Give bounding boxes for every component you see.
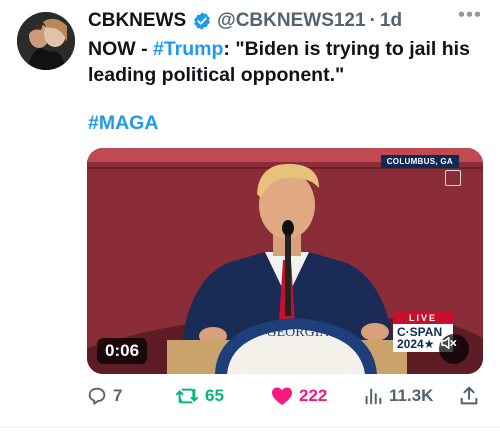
author-handle[interactable]: @CBKNEWS121 [217,10,365,32]
like-button[interactable]: 222 [270,385,327,407]
views-button[interactable]: 11.3K [362,385,433,407]
post-time[interactable]: 1d [380,10,402,32]
heart-icon [272,387,292,405]
ellipsis-icon[interactable]: ••• [458,4,482,27]
reply-count: 7 [113,386,123,405]
video-duration: 0:06 [97,338,148,364]
hashtag-link[interactable]: #Trump [153,38,223,60]
like-count: 222 [299,386,328,405]
verified-badge-icon [194,12,211,30]
retweet-count: 65 [205,386,224,405]
tweet-header: CBKNEWS @CBKNEWS121 · 1d [88,9,488,33]
view-count: 11.3K [389,386,434,405]
reply-button[interactable]: 7 [86,385,122,407]
retweet-icon [175,388,199,404]
separator-dot: · [369,10,376,31]
action-bar: 7 65 222 11.3K [86,385,486,415]
bar-chart-icon [365,388,382,405]
author-name[interactable]: CBKNEWS [88,10,186,32]
avatar[interactable] [17,12,75,70]
share-icon [460,386,478,405]
speaker-muted-icon[interactable] [439,334,469,364]
reply-icon [88,387,106,405]
video-player[interactable]: COLUMBUS, GA GEORGIA 0:06 LIVE C·SPAN 20… [87,148,483,374]
tweet-text-prefix: NOW - [88,38,153,60]
location-tag: COLUMBUS, GA [380,155,459,168]
share-button[interactable] [458,385,485,407]
network-watermark-icon [445,170,461,186]
divider [0,427,500,428]
hashtag-link-maga[interactable]: #MAGA [88,112,158,135]
tweet-text: NOW - #Trump: "Biden is trying to jail h… [88,36,488,88]
svg-text:GEORGIA: GEORGIA [268,325,328,340]
tweet-card[interactable]: CBKNEWS @CBKNEWS121 · 1d ••• NOW - #Trum… [0,0,500,431]
live-label: LIVE [393,312,453,324]
podium-text: GEORGIA [268,325,328,340]
retweet-button[interactable]: 65 [174,385,224,407]
